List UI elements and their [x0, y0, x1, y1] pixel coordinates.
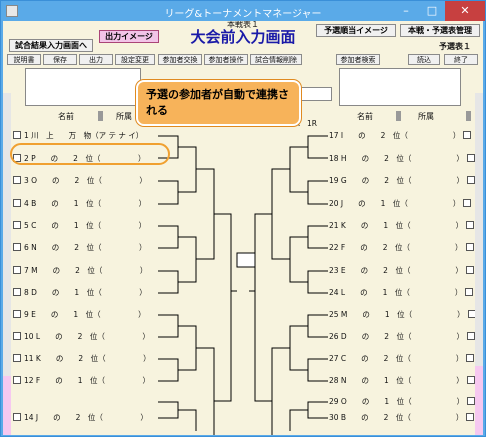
maximize-icon[interactable]: □ [419, 1, 445, 21]
right-bracket-line [307, 358, 328, 382]
close-icon[interactable]: ✕ [445, 1, 485, 21]
right-pink-strip [475, 366, 483, 435]
app-window: リーグ&トーナメントマネージャー – □ ✕ 試合結果入力画面へ 出力イメージ … [0, 0, 486, 437]
right-bracket-line [289, 325, 308, 371]
left-bracket-line [214, 213, 232, 402]
left-bracket-line [158, 401, 179, 419]
left-bracket-line [178, 146, 197, 193]
right-bracket-line [271, 347, 290, 435]
left-bracket-line [196, 168, 215, 260]
right-bracket-line [254, 213, 272, 402]
main-content: 試合結果入力画面へ 出力イメージ 本戦表１ 大会前入力画面 予選順当イメージ 本… [3, 21, 483, 435]
left-pink-strip [3, 376, 11, 435]
right-bracket-line [307, 401, 328, 419]
final-box [236, 252, 256, 268]
right-bracket-line [289, 409, 308, 431]
left-bracket-line [178, 236, 197, 283]
left-bracket-line [178, 325, 197, 371]
minimize-icon[interactable]: – [393, 1, 419, 21]
right-bracket-line [289, 146, 308, 193]
left-bracket-line [178, 409, 197, 431]
right-bracket-line [307, 314, 328, 338]
right-bracket-line [289, 236, 308, 283]
highlight-ring [10, 143, 170, 165]
right-bracket-line [307, 135, 328, 159]
title-bar: リーグ&トーナメントマネージャー – □ ✕ [1, 1, 485, 21]
left-bracket-line [158, 358, 179, 382]
left-bracket-line [196, 347, 215, 435]
right-bracket-line [307, 180, 328, 205]
callout-annotation: 予選の参加者が自動で連携される [136, 80, 301, 126]
left-bracket-line [158, 270, 179, 294]
right-bracket-line [307, 270, 328, 294]
left-bracket-line [158, 180, 179, 205]
right-bracket-line [271, 168, 290, 260]
right-bracket-line [307, 225, 328, 249]
left-bracket-line [158, 314, 179, 338]
left-bracket-line [158, 225, 179, 249]
